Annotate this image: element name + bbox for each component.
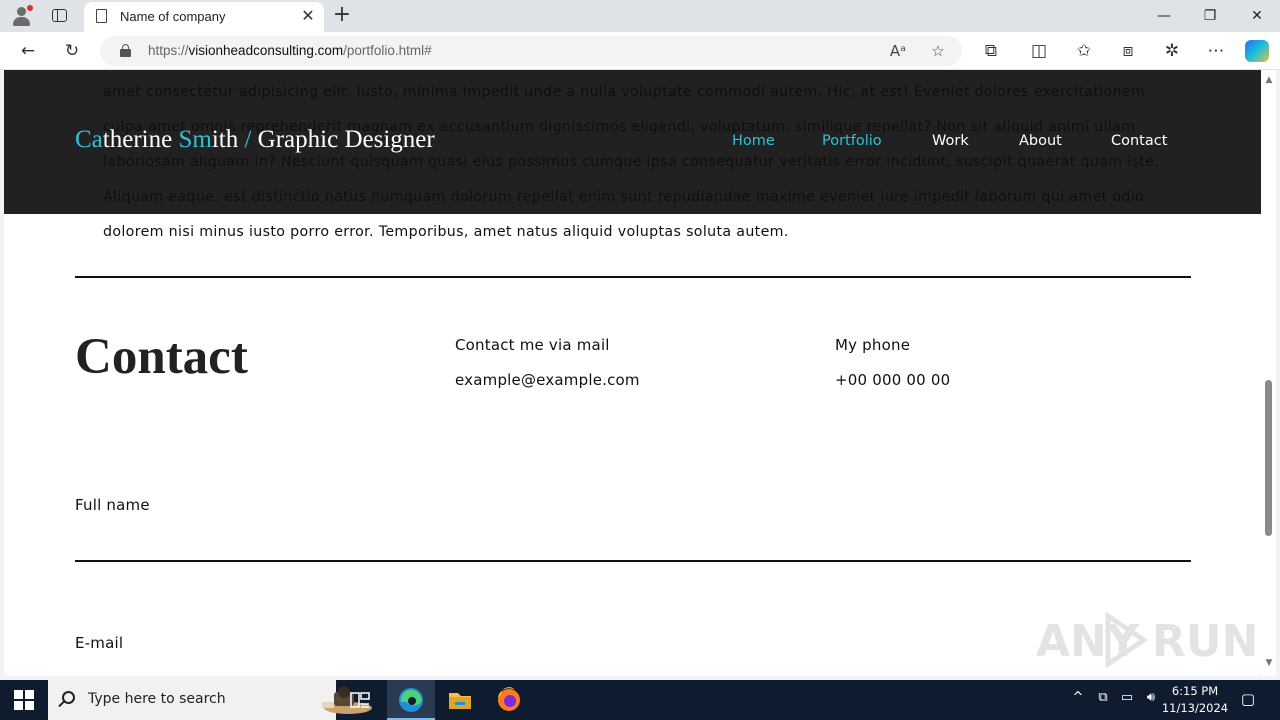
search-placeholder: Type here to search [88, 691, 226, 707]
file-explorer-icon[interactable] [436, 680, 484, 720]
url-text[interactable]: https://visionheadconsulting.com/portfol… [148, 43, 432, 58]
nav-portfolio[interactable]: Portfolio [822, 133, 882, 149]
windows-taskbar: Type here to search ^ ⧉ ▭ 🔊︎ 6:15 PM 11/… [0, 680, 1280, 720]
nav-work[interactable]: Work [932, 133, 969, 149]
notifications-icon[interactable]: ▢ [1238, 690, 1258, 708]
refresh-icon[interactable]: ↻ [59, 38, 85, 64]
scroll-up-icon[interactable]: ▲ [1263, 74, 1275, 86]
search-icon [62, 691, 75, 704]
scrollbar-thumb[interactable] [1265, 380, 1272, 536]
site-header: Catherine Smith / Graphic Designer Home … [4, 70, 1261, 214]
back-icon[interactable]: ← [15, 38, 41, 64]
windows-start-icon[interactable] [14, 690, 34, 710]
lock-icon[interactable] [120, 44, 131, 57]
section-divider [75, 276, 1191, 278]
copilot-icon[interactable] [1245, 40, 1269, 62]
more-menu-icon[interactable]: ⋯ [1203, 38, 1229, 64]
tab-title: Name of company [120, 9, 226, 24]
performance-icon[interactable]: ✲ [1159, 38, 1185, 64]
split-screen-icon[interactable]: ◫ [1026, 38, 1052, 64]
favorites-icon[interactable]: ✩ [1071, 38, 1097, 64]
clock-date: 11/13/2024 [1161, 701, 1229, 715]
minimize-button[interactable]: — [1149, 4, 1179, 28]
new-tab-button[interactable]: + [330, 3, 354, 27]
tray-display-icon[interactable]: ⧉ [1093, 690, 1113, 705]
restore-button[interactable]: ❐ [1195, 4, 1225, 28]
read-aloud-icon[interactable]: Aᵃ [886, 39, 910, 63]
firefox-icon[interactable] [485, 680, 533, 720]
task-view-icon[interactable] [336, 680, 384, 720]
fullname-input[interactable] [75, 560, 1191, 562]
scroll-down-icon[interactable]: ▼ [1263, 657, 1275, 669]
site-brand[interactable]: Catherine Smith / Graphic Designer [75, 126, 435, 154]
edge-taskbar-icon[interactable] [387, 680, 435, 720]
page-icon [96, 9, 107, 23]
nav-about[interactable]: About [1019, 133, 1062, 149]
favorite-star-icon[interactable]: ☆ [926, 39, 950, 63]
phone-value: +00 000 00 00 [835, 371, 951, 389]
page-viewport: amet consectetur adipisicing elit. Iusto… [4, 70, 1261, 676]
phone-label: My phone [835, 336, 911, 354]
tray-overflow-icon[interactable]: ^ [1068, 690, 1088, 705]
nav-home[interactable]: Home [732, 133, 775, 149]
collections-icon[interactable]: ⧈ [1115, 38, 1141, 64]
page-scrollbar[interactable] [1261, 70, 1276, 676]
taskbar-clock[interactable]: 6:15 PM 11/13/2024 [1160, 683, 1230, 717]
tab-actions-icon[interactable] [50, 7, 70, 25]
clock-time: 6:15 PM [1171, 684, 1219, 698]
anyrun-watermark: ANY RUN [1036, 611, 1259, 669]
tray-volume-icon[interactable]: 🔊︎ [1141, 690, 1161, 705]
extensions-icon[interactable]: ⧉ [978, 38, 1004, 64]
taskbar-search-box[interactable]: Type here to search [48, 680, 372, 720]
fullname-label: Full name [75, 496, 150, 514]
mail-value[interactable]: example@example.com [455, 371, 640, 389]
tab-close-icon[interactable]: ✕ [298, 6, 318, 26]
contact-heading: Contact [75, 329, 248, 385]
email-label: E-mail [75, 634, 124, 652]
nav-contact[interactable]: Contact [1111, 133, 1167, 149]
browser-toolbar: ← ↻ https://visionheadconsulting.com/por… [0, 32, 1280, 70]
tray-network-icon[interactable]: ▭ [1117, 690, 1137, 705]
window-close-button[interactable]: ✕ [1242, 4, 1272, 28]
browser-tab-active[interactable]: Name of company ✕ [84, 2, 324, 32]
mail-label: Contact me via mail [455, 336, 610, 354]
address-bar[interactable]: https://visionheadconsulting.com/portfol… [100, 36, 962, 66]
profile-avatar-icon[interactable] [10, 5, 34, 27]
browser-tab-strip: Name of company ✕ + — ❐ ✕ [0, 0, 1280, 32]
